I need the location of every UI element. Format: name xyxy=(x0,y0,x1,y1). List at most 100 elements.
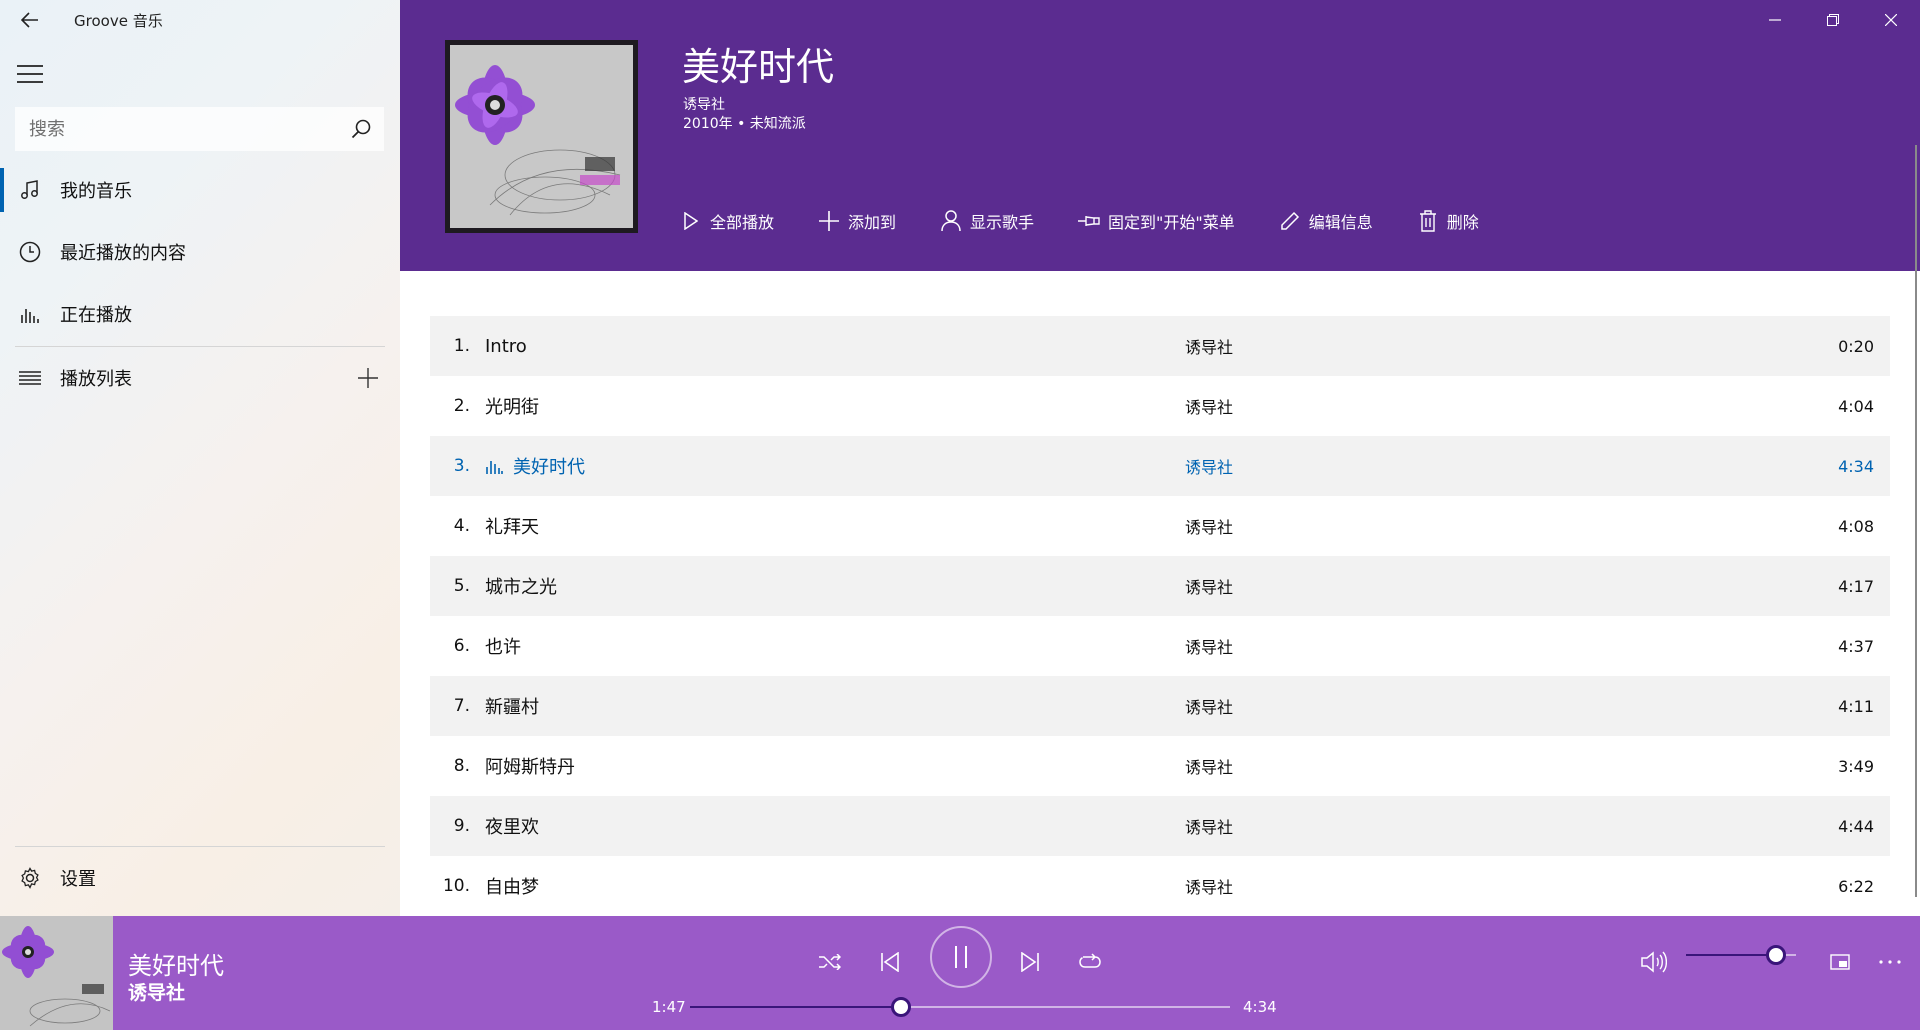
search-icon xyxy=(351,119,371,139)
minimize-button[interactable] xyxy=(1746,0,1804,40)
volume-button[interactable] xyxy=(1632,940,1676,984)
scrollbar[interactable] xyxy=(1915,145,1917,897)
more-options-button[interactable] xyxy=(1868,940,1912,984)
track-row[interactable]: 10. 自由梦 诱导社 6:22 xyxy=(430,856,1890,916)
sidebar-divider xyxy=(15,846,385,847)
sidebar-item-now-playing[interactable]: 正在播放 xyxy=(0,284,400,344)
shuffle-button[interactable] xyxy=(808,940,852,984)
pin-to-start-button[interactable]: 固定到"开始"菜单 xyxy=(1078,206,1235,236)
sidebar-item-recent[interactable]: 最近播放的内容 xyxy=(0,222,400,282)
player-bar: 美好时代 诱导社 1:47 4:34 xyxy=(0,916,1920,1030)
track-title: 夜里欢 xyxy=(485,817,539,838)
track-artist[interactable]: 诱导社 xyxy=(1185,694,1233,718)
track-row[interactable]: 1. Intro 诱导社 0:20 xyxy=(430,316,1890,376)
next-button[interactable] xyxy=(1008,940,1052,984)
delete-button[interactable]: 删除 xyxy=(1417,206,1479,236)
repeat-icon xyxy=(1079,953,1101,968)
sidebar: Groove 音乐 我的音乐 最近播放的内容 正在播放 播放列表 xyxy=(0,0,400,916)
track-artist[interactable]: 诱导社 xyxy=(1185,634,1233,658)
add-playlist-button[interactable] xyxy=(354,364,382,392)
track-title: 阿姆斯特丹 xyxy=(485,757,575,778)
track-artist[interactable]: 诱导社 xyxy=(1185,334,1233,358)
restore-button[interactable] xyxy=(1804,0,1862,40)
seek-bar-thumb[interactable] xyxy=(890,997,911,1017)
repeat-button[interactable] xyxy=(1068,940,1112,984)
app-title: Groove 音乐 xyxy=(74,11,163,30)
track-row-now-playing[interactable]: 3. 美好时代 诱导社 4:34 xyxy=(430,436,1890,496)
edit-info-button[interactable]: 编辑信息 xyxy=(1279,206,1373,236)
pencil-icon xyxy=(1279,210,1301,232)
track-artist[interactable]: 诱导社 xyxy=(1185,874,1233,898)
track-row[interactable]: 8. 阿姆斯特丹 诱导社 3:49 xyxy=(430,736,1890,796)
settings-button[interactable]: 设置 xyxy=(0,848,400,908)
track-title: 城市之光 xyxy=(485,577,557,598)
seek-bar[interactable] xyxy=(690,997,1230,1017)
track-row[interactable]: 6. 也许 诱导社 4:37 xyxy=(430,616,1890,676)
show-artist-button[interactable]: 显示歌手 xyxy=(940,206,1034,236)
track-duration: 6:22 xyxy=(1838,876,1874,896)
search-button[interactable] xyxy=(338,107,384,151)
previous-icon xyxy=(881,952,899,972)
minimize-icon xyxy=(1769,19,1781,21)
now-playing-art[interactable] xyxy=(0,916,113,1030)
track-title: 也许 xyxy=(485,637,521,658)
track-row[interactable]: 2. 光明街 诱导社 4:04 xyxy=(430,376,1890,436)
add-to-button[interactable]: 添加到 xyxy=(818,206,896,236)
hamburger-icon xyxy=(17,65,43,83)
track-artist[interactable]: 诱导社 xyxy=(1185,754,1233,778)
track-duration: 4:04 xyxy=(1838,396,1874,416)
sidebar-item-label: 最近播放的内容 xyxy=(60,243,186,264)
now-playing-title[interactable]: 美好时代 xyxy=(128,946,224,981)
music-note-icon xyxy=(0,180,60,200)
total-time: 4:34 xyxy=(1243,998,1277,1016)
track-duration: 3:49 xyxy=(1838,756,1874,776)
track-duration: 4:44 xyxy=(1838,816,1874,836)
sidebar-item-label: 我的音乐 xyxy=(60,181,132,202)
back-button[interactable] xyxy=(0,0,60,40)
back-arrow-icon xyxy=(21,12,38,28)
track-title: 光明街 xyxy=(485,397,539,418)
now-playing-artist[interactable]: 诱导社 xyxy=(128,978,185,1005)
track-duration: 4:17 xyxy=(1838,576,1874,596)
mini-player-button[interactable] xyxy=(1818,940,1862,984)
close-button[interactable] xyxy=(1862,0,1920,40)
track-title: 礼拜天 xyxy=(485,517,539,538)
mini-player-icon xyxy=(1830,954,1850,970)
settings-label: 设置 xyxy=(60,869,96,890)
person-icon xyxy=(940,210,962,232)
track-artist[interactable]: 诱导社 xyxy=(1185,394,1233,418)
sidebar-divider xyxy=(15,346,385,347)
album-actions: 全部播放 添加到 显示歌手 固定到"开始"菜单 编辑信息 删除 xyxy=(680,206,1523,236)
speaker-icon xyxy=(1641,951,1667,973)
play-icon xyxy=(680,210,702,232)
track-artist[interactable]: 诱导社 xyxy=(1185,574,1233,598)
clock-icon xyxy=(0,241,60,263)
album-meta: 2010年 • 未知流派 xyxy=(683,116,806,132)
track-title: Intro xyxy=(485,335,527,357)
volume-slider-thumb[interactable] xyxy=(1766,945,1787,965)
volume-slider[interactable] xyxy=(1686,945,1796,965)
shuffle-icon xyxy=(819,954,841,970)
track-row[interactable]: 5. 城市之光 诱导社 4:17 xyxy=(430,556,1890,616)
title-bar: Groove 音乐 xyxy=(0,0,400,40)
hamburger-menu-button[interactable] xyxy=(14,58,46,90)
play-all-button[interactable]: 全部播放 xyxy=(680,206,774,236)
plus-icon xyxy=(818,210,840,232)
search-input[interactable] xyxy=(15,107,338,151)
track-row[interactable]: 9. 夜里欢 诱导社 4:44 xyxy=(430,796,1890,856)
sidebar-item-my-music[interactable]: 我的音乐 xyxy=(0,160,400,220)
previous-button[interactable] xyxy=(868,940,912,984)
album-title: 美好时代 xyxy=(682,45,835,89)
trash-icon xyxy=(1417,210,1439,232)
close-icon xyxy=(1885,14,1897,26)
track-artist[interactable]: 诱导社 xyxy=(1185,514,1233,538)
album-artist-link[interactable]: 诱导社 xyxy=(683,94,725,114)
track-row[interactable]: 4. 礼拜天 诱导社 4:08 xyxy=(430,496,1890,556)
track-duration: 4:34 xyxy=(1838,456,1874,476)
track-artist[interactable]: 诱导社 xyxy=(1185,814,1233,838)
pin-icon xyxy=(1078,210,1100,232)
track-artist[interactable]: 诱导社 xyxy=(1185,454,1233,478)
sidebar-item-playlists[interactable]: 播放列表 xyxy=(0,348,400,408)
pause-button[interactable] xyxy=(930,926,992,988)
track-row[interactable]: 7. 新疆村 诱导社 4:11 xyxy=(430,676,1890,736)
